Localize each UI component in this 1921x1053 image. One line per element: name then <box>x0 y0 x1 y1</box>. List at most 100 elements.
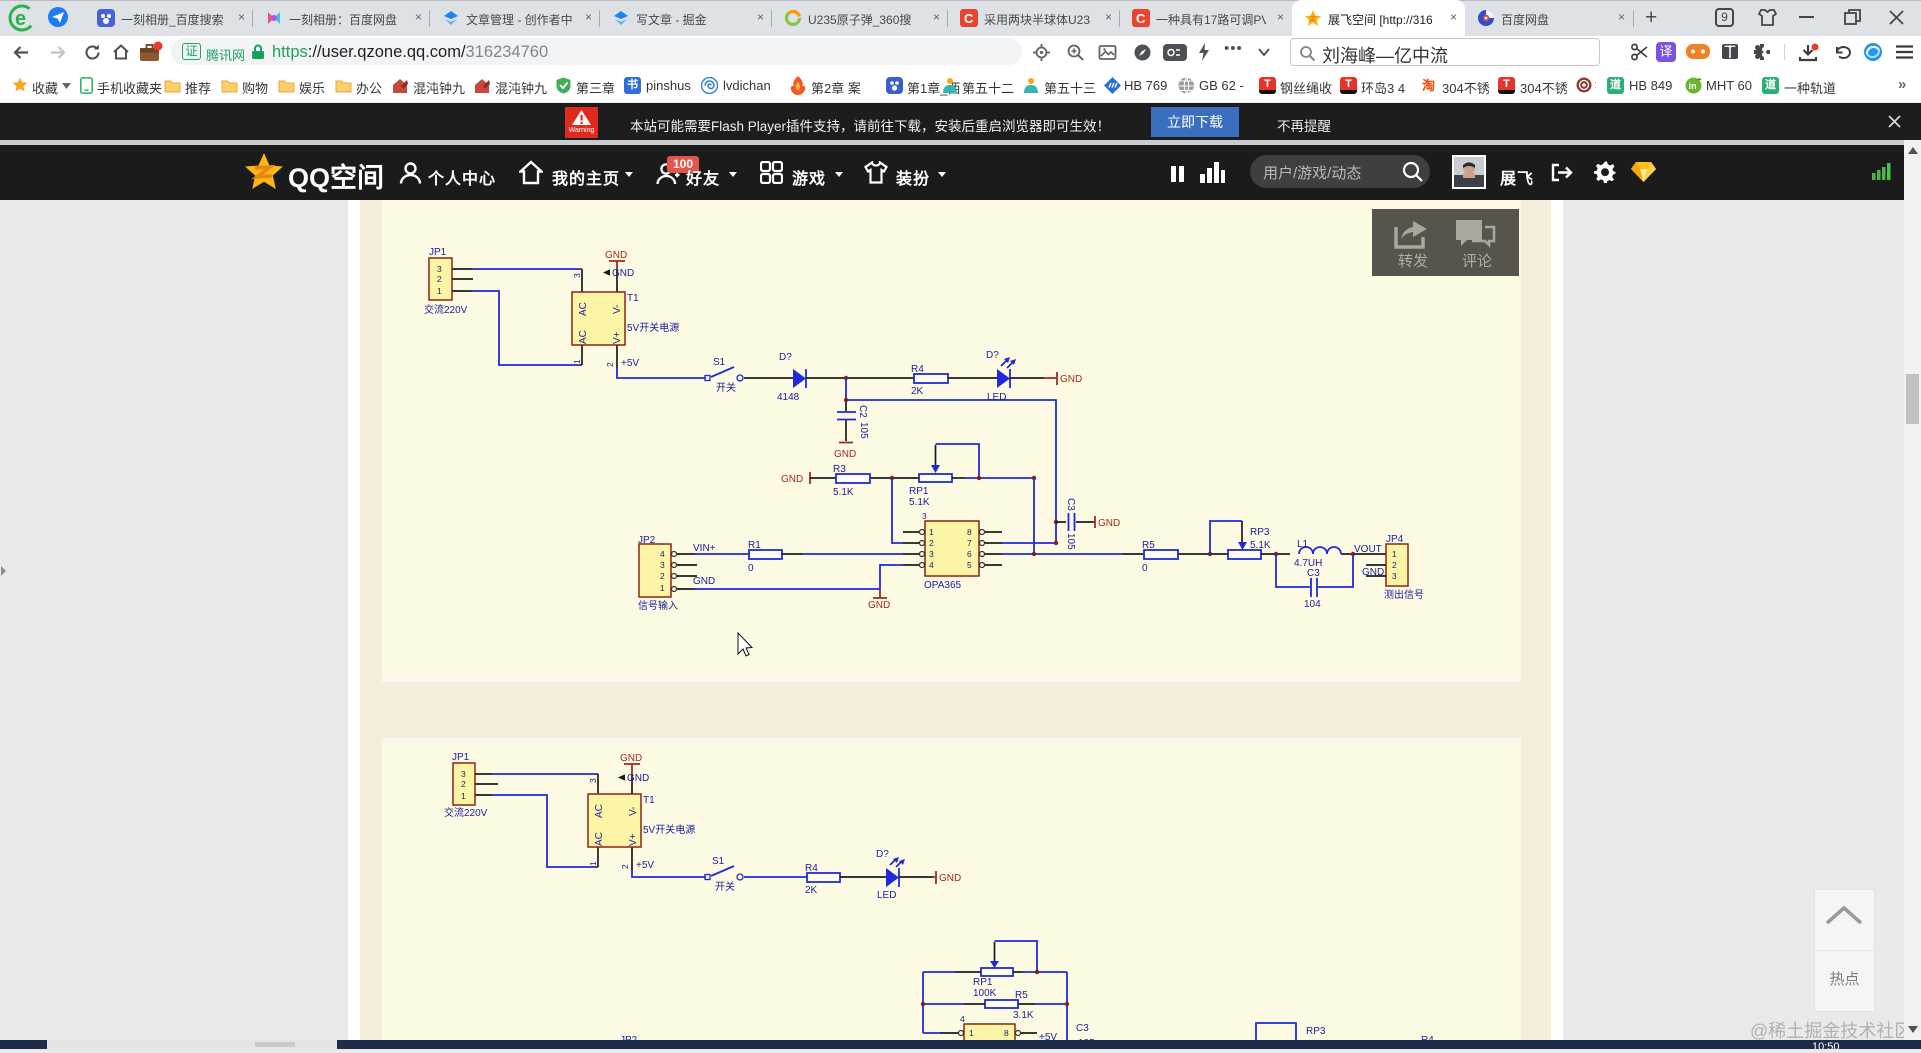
svg-text:2: 2 <box>461 779 466 789</box>
svg-text:5V开关电源: 5V开关电源 <box>627 321 679 334</box>
svg-text:D?: D? <box>876 849 889 860</box>
svg-text:L1: L1 <box>1297 539 1309 550</box>
svg-text:R5: R5 <box>1015 990 1028 1001</box>
svg-text:LED: LED <box>987 392 1006 403</box>
svg-text:GND: GND <box>693 576 715 587</box>
svg-text:+5V: +5V <box>621 358 639 369</box>
svg-text:S1: S1 <box>713 357 726 368</box>
svg-text:3: 3 <box>929 549 934 559</box>
svg-text:R4: R4 <box>805 863 818 874</box>
svg-text:AC: AC <box>594 804 605 818</box>
svg-text:S1: S1 <box>712 856 725 867</box>
svg-text:105: 105 <box>1065 533 1076 550</box>
svg-text:VIN+: VIN+ <box>693 543 716 554</box>
svg-text:GND: GND <box>1060 374 1082 385</box>
svg-text:AC: AC <box>578 330 589 344</box>
svg-text:8: 8 <box>967 527 972 537</box>
svg-text:RP1: RP1 <box>909 486 929 497</box>
svg-text:3: 3 <box>660 560 665 570</box>
svg-text:GND: GND <box>1098 518 1120 529</box>
svg-text:D?: D? <box>986 350 999 361</box>
svg-text:交流220V: 交流220V <box>424 303 468 316</box>
svg-text:T1: T1 <box>627 293 639 304</box>
svg-text:105: 105 <box>858 422 869 439</box>
svg-text:T1: T1 <box>643 795 655 806</box>
svg-text:GND: GND <box>627 773 649 784</box>
svg-text:3: 3 <box>437 264 442 274</box>
svg-text:VOUT: VOUT <box>1354 544 1382 555</box>
svg-text:C2: C2 <box>857 405 868 418</box>
svg-text:R3: R3 <box>833 464 846 475</box>
svg-text:GND: GND <box>605 250 627 261</box>
svg-text:4: 4 <box>929 560 934 570</box>
svg-text:2: 2 <box>605 362 615 367</box>
svg-text:信号输入: 信号输入 <box>638 599 678 612</box>
svg-text:V-: V- <box>628 807 639 816</box>
svg-text:2K: 2K <box>911 386 924 397</box>
svg-text:R1: R1 <box>748 540 761 551</box>
svg-text:0: 0 <box>748 563 754 574</box>
svg-text:2: 2 <box>620 864 630 869</box>
svg-text:4148: 4148 <box>777 392 800 403</box>
svg-text:100K: 100K <box>973 988 997 999</box>
svg-text:V+: V+ <box>612 331 623 344</box>
svg-text:2K: 2K <box>805 885 818 896</box>
svg-text:1: 1 <box>929 527 934 537</box>
svg-text:1: 1 <box>572 359 582 364</box>
svg-text:5.1K: 5.1K <box>1250 540 1271 551</box>
svg-text:2: 2 <box>1392 560 1397 570</box>
svg-text:5.1K: 5.1K <box>909 497 930 508</box>
svg-text:3: 3 <box>1392 571 1397 581</box>
svg-text:AC: AC <box>594 832 605 846</box>
svg-text:2: 2 <box>437 274 442 284</box>
svg-text:GND: GND <box>868 600 890 611</box>
svg-text:5: 5 <box>967 560 972 570</box>
svg-text:GND: GND <box>939 873 961 884</box>
svg-text:3: 3 <box>922 511 927 521</box>
svg-text:4: 4 <box>660 549 665 559</box>
svg-text:C3: C3 <box>1065 498 1076 511</box>
svg-text:1: 1 <box>1392 549 1397 559</box>
svg-text:交流220V: 交流220V <box>444 806 488 819</box>
svg-text:3.1K: 3.1K <box>1013 1010 1034 1021</box>
svg-text:1: 1 <box>461 791 466 801</box>
svg-text:JP1: JP1 <box>429 247 447 258</box>
svg-text:GND: GND <box>781 474 803 485</box>
svg-text:GND: GND <box>1362 567 1384 578</box>
svg-text:5.1K: 5.1K <box>833 487 854 498</box>
svg-text:1: 1 <box>588 861 598 866</box>
svg-text:e: e <box>15 8 26 30</box>
svg-text:3: 3 <box>588 778 598 783</box>
svg-text:开关: 开关 <box>716 381 736 394</box>
svg-text:R4: R4 <box>911 364 924 375</box>
svg-text:6: 6 <box>967 549 972 559</box>
svg-text:8: 8 <box>1004 1028 1009 1038</box>
svg-text:测出信号: 测出信号 <box>1384 588 1424 601</box>
svg-text:0: 0 <box>1142 563 1148 574</box>
svg-text:C3: C3 <box>1307 568 1320 579</box>
svg-text:C3: C3 <box>1076 1023 1089 1034</box>
svg-text:1: 1 <box>969 1028 974 1038</box>
svg-text:GND: GND <box>612 268 634 279</box>
svg-text:V-: V- <box>612 305 623 314</box>
svg-text:RP1: RP1 <box>973 977 993 988</box>
svg-text:R5: R5 <box>1142 540 1155 551</box>
svg-text:2: 2 <box>660 571 665 581</box>
svg-text:RP3: RP3 <box>1306 1026 1326 1037</box>
svg-text:GND: GND <box>620 753 642 764</box>
svg-text:2: 2 <box>929 538 934 548</box>
svg-text:RP3: RP3 <box>1250 527 1270 538</box>
svg-text:V+: V+ <box>628 833 639 846</box>
svg-text:D?: D? <box>779 352 792 363</box>
svg-text:3: 3 <box>572 273 582 278</box>
svg-text:LED: LED <box>877 890 896 901</box>
svg-text:AC: AC <box>578 302 589 316</box>
svg-text:104: 104 <box>1304 599 1321 610</box>
svg-text:3: 3 <box>461 769 466 779</box>
svg-text:OPA365: OPA365 <box>924 580 961 591</box>
svg-text:1: 1 <box>437 286 442 296</box>
svg-text:开关: 开关 <box>715 880 735 893</box>
svg-text:+5V: +5V <box>1039 1032 1057 1040</box>
svg-text:C: C <box>1136 11 1146 26</box>
svg-text:C: C <box>964 11 974 26</box>
